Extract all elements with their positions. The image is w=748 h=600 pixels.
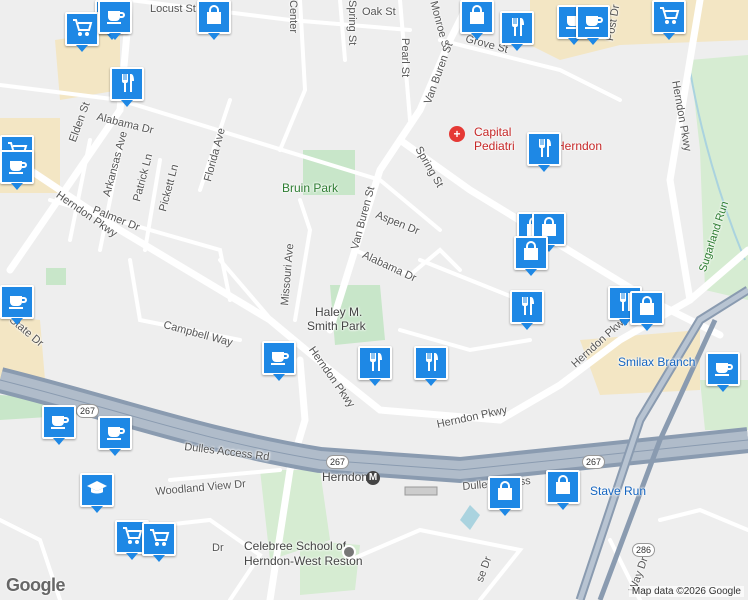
restaurant-icon <box>364 350 386 377</box>
place-label-celebree-1[interactable]: Celebree School of <box>244 540 346 552</box>
poi-pin[interactable] <box>0 285 34 325</box>
poi-pin[interactable] <box>576 5 610 45</box>
street-label-locust: Locust St <box>150 3 196 15</box>
poi-pin[interactable] <box>197 0 231 40</box>
google-logo[interactable]: Google <box>6 575 66 596</box>
poi-pin[interactable] <box>546 470 580 510</box>
poi-pin[interactable] <box>500 11 534 51</box>
poi-pin[interactable] <box>706 352 740 392</box>
grocery-cart-icon <box>148 526 170 553</box>
pond <box>460 505 480 530</box>
street-label-oak: Oak St <box>362 6 396 18</box>
street-label-center: Center <box>287 0 299 34</box>
grocery-cart-icon <box>658 4 680 31</box>
grocery-cart-icon <box>71 16 93 43</box>
poi-pin[interactable] <box>262 341 296 381</box>
route-267-shield: 267 <box>582 455 606 469</box>
cafe-icon <box>6 289 28 316</box>
street-label-dr-sw: Dr <box>212 542 224 554</box>
shopping-bag-icon <box>203 4 225 31</box>
poi-pin[interactable] <box>110 67 144 107</box>
cafe-icon <box>48 409 70 436</box>
station-platform <box>404 486 438 496</box>
place-label-capital-herndon[interactable]: Herndon <box>556 140 602 152</box>
poi-pin[interactable] <box>0 150 34 190</box>
poi-pin[interactable] <box>630 291 664 331</box>
poi-pin[interactable] <box>488 476 522 516</box>
restaurant-icon <box>506 15 528 42</box>
place-label-haley-1[interactable]: Haley M. <box>315 306 362 318</box>
place-label-bruin-park[interactable]: Bruin Park <box>282 182 338 194</box>
route-286-shield: 286 <box>632 543 656 557</box>
cafe-icon <box>104 4 126 31</box>
cafe-icon <box>268 345 290 372</box>
poi-pin[interactable] <box>65 12 99 52</box>
shopping-bag-icon <box>636 295 658 322</box>
restaurant-icon <box>533 136 555 163</box>
shopping-bag-icon <box>552 474 574 501</box>
place-label-haley-2[interactable]: Smith Park <box>307 320 366 332</box>
poi-pin[interactable] <box>142 522 176 562</box>
restaurant-icon <box>420 350 442 377</box>
map-canvas[interactable]: Locust St Oak St Center Spring St Pearl … <box>0 0 748 600</box>
poi-pin[interactable] <box>652 0 686 40</box>
poi-pin[interactable] <box>510 290 544 330</box>
street-label-spring-top: Spring St <box>346 0 358 46</box>
place-label-capital-1[interactable]: Capital <box>474 126 511 138</box>
poi-pin[interactable] <box>358 346 392 386</box>
poi-pin[interactable] <box>80 473 114 513</box>
station-label-herndon: Herndon <box>322 470 369 484</box>
cafe-icon <box>104 420 126 447</box>
hospital-icon[interactable]: + <box>449 126 465 142</box>
grocery-cart-icon <box>121 524 143 551</box>
street-label-pearl: Pearl St <box>399 38 411 78</box>
park-area <box>46 268 66 285</box>
route-267-shield: 267 <box>326 455 350 469</box>
poi-pin[interactable] <box>98 416 132 456</box>
poi-pin[interactable] <box>42 405 76 445</box>
place-marker-icon[interactable] <box>342 545 356 559</box>
place-label-capital-2[interactable]: Pediatri <box>474 140 515 152</box>
poi-pin[interactable] <box>98 0 132 40</box>
school-icon <box>86 477 108 504</box>
metro-station-icon[interactable]: M <box>366 471 380 485</box>
poi-pin[interactable] <box>514 236 548 276</box>
place-label-smilax[interactable]: Smilax Branch <box>618 356 695 368</box>
restaurant-icon <box>516 294 538 321</box>
cafe-icon <box>712 356 734 383</box>
poi-pin[interactable] <box>460 0 494 40</box>
shopping-bag-icon <box>466 4 488 31</box>
poi-pin[interactable] <box>527 132 561 172</box>
place-label-stave-run[interactable]: Stave Run <box>590 485 646 497</box>
cafe-icon <box>6 154 28 181</box>
shopping-bag-icon <box>520 240 542 267</box>
route-267-shield: 267 <box>76 404 100 418</box>
poi-pin[interactable] <box>414 346 448 386</box>
shopping-bag-icon <box>494 480 516 507</box>
cafe-icon <box>582 9 604 36</box>
map-attribution[interactable]: Map data ©2026 Google <box>628 586 744 597</box>
restaurant-icon <box>116 71 138 98</box>
